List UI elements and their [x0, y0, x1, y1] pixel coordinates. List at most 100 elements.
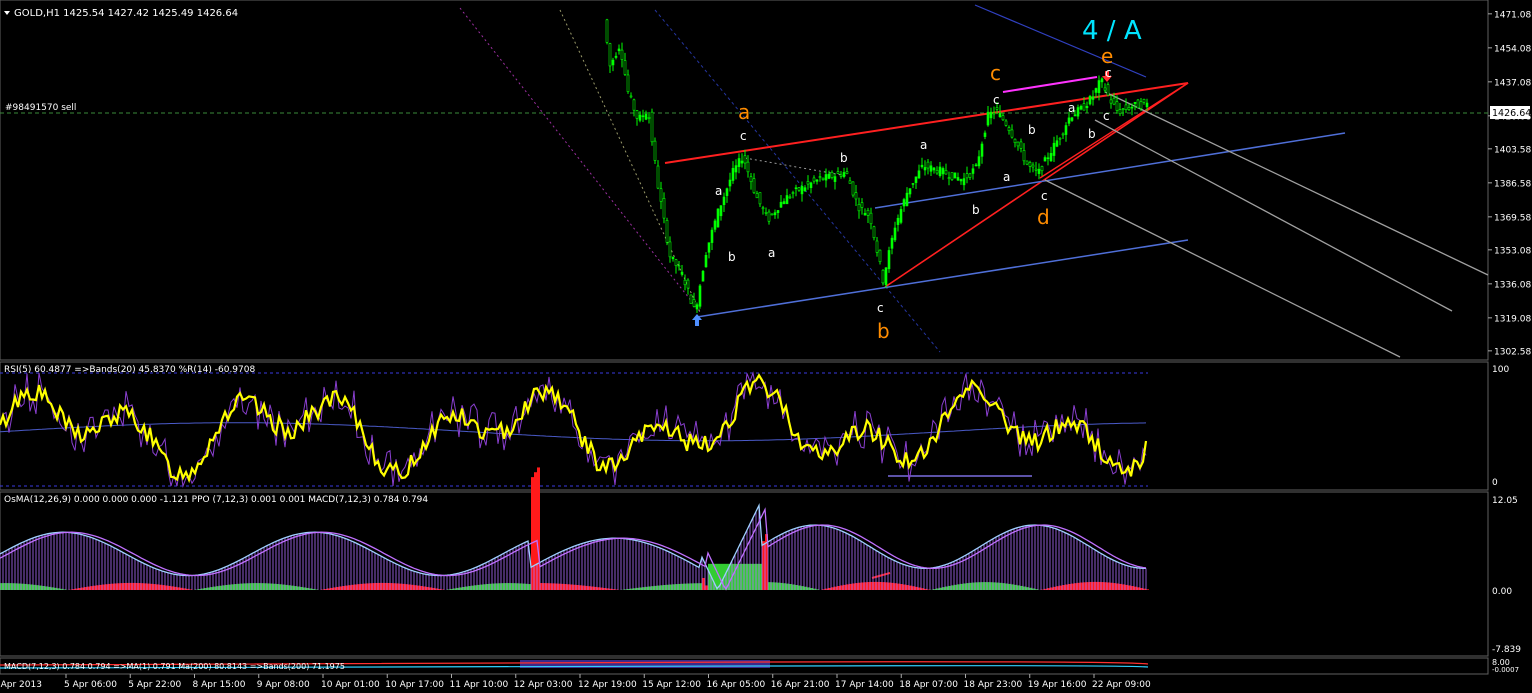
candle-body — [626, 74, 630, 92]
candle-body — [1034, 168, 1038, 171]
candle-body — [716, 208, 720, 228]
candle-body — [650, 111, 654, 143]
candle-body — [1127, 107, 1131, 110]
candle-body — [761, 207, 765, 210]
candle-body — [899, 209, 903, 223]
osma-bar — [492, 583, 495, 590]
candle-body — [881, 269, 885, 284]
time-tick-label: 10 Apr 01:00 — [321, 680, 380, 690]
osma-bar — [390, 583, 393, 590]
osma-bar — [171, 586, 174, 590]
candle-body — [1025, 160, 1029, 165]
candle-body — [992, 112, 996, 115]
osma-bar — [366, 583, 369, 590]
osma-bar — [273, 583, 276, 590]
candle-body — [671, 256, 675, 260]
candle-body — [830, 172, 834, 178]
osma-bar — [51, 587, 54, 590]
osma-bar — [969, 582, 972, 590]
osma-bar — [30, 584, 33, 590]
candle-body — [857, 204, 861, 212]
osma-bar — [858, 582, 861, 590]
osma-bar — [543, 583, 546, 590]
osma-bar — [612, 589, 615, 590]
osma-bar — [468, 586, 471, 590]
candle-body — [1058, 137, 1062, 140]
candle-body — [764, 212, 768, 214]
osma-bar — [936, 588, 939, 590]
osma-bar — [645, 586, 648, 590]
osma-bar — [321, 589, 324, 590]
osma-bar — [81, 587, 84, 590]
wave-minor-label: b — [1088, 127, 1096, 141]
candle-body — [1046, 157, 1050, 160]
osma-bar — [186, 588, 189, 590]
osma-bar — [879, 581, 882, 590]
candle-body — [1136, 99, 1140, 109]
osma-bar — [96, 585, 99, 590]
osma-bar — [570, 584, 573, 590]
osma-bar — [369, 583, 372, 590]
candle-body — [1106, 84, 1110, 96]
osma-bar — [753, 563, 756, 590]
osma-bar — [1053, 586, 1056, 590]
osma-bar — [696, 583, 699, 590]
candle-body — [1097, 80, 1101, 93]
osma-bar — [915, 586, 918, 590]
osma-bar — [252, 583, 255, 590]
symbol-header: GOLD,H1 1425.54 1427.42 1425.49 1426.64 — [14, 8, 238, 19]
osma-bar — [288, 585, 291, 590]
candle-body — [1067, 117, 1071, 124]
osma-bar — [624, 589, 627, 590]
osma-bar — [243, 583, 246, 590]
candle-body — [1103, 87, 1107, 91]
osma-bar — [1137, 587, 1140, 590]
osma-bar — [1050, 587, 1053, 590]
osma-bar — [960, 583, 963, 590]
osma-bar — [141, 583, 144, 590]
osma-bar — [522, 583, 525, 590]
osma-bar — [942, 587, 945, 590]
osma-bar — [699, 583, 702, 590]
osma-bar — [99, 584, 102, 590]
osma-bar — [1068, 584, 1071, 590]
osma-bar — [954, 584, 957, 590]
osma-bar — [666, 584, 669, 590]
candle-body — [1043, 157, 1047, 162]
osma-header: OsMA(12,26,9) 0.000 0.000 0.000 -1.121 P… — [4, 495, 428, 505]
osma-bar — [564, 584, 567, 590]
wave-major-b: b — [877, 319, 890, 343]
osma-bar — [1119, 583, 1122, 590]
osma-bar — [741, 563, 744, 590]
candle-body — [860, 202, 864, 208]
osma-bar — [939, 587, 942, 590]
candle-body — [668, 241, 672, 258]
osma-bar — [351, 584, 354, 590]
osma-bar — [648, 586, 651, 590]
candle-body — [1130, 106, 1134, 109]
osma-bar — [993, 582, 996, 590]
osma-bar — [990, 582, 993, 590]
osma-bar — [354, 584, 357, 590]
osma-bar — [357, 584, 360, 590]
candle-body — [893, 227, 897, 241]
order-label: #98491570 sell — [5, 103, 76, 113]
time-tick-label: 5 Apr 06:00 — [64, 680, 117, 690]
osma-bar — [231, 584, 234, 590]
osma-bar — [792, 584, 795, 590]
osma-bar — [60, 588, 63, 590]
osma-bar — [630, 588, 633, 590]
price-tick-label: 1403.58 — [1494, 145, 1531, 155]
osma-bar — [660, 585, 663, 590]
osma-bar — [507, 583, 510, 590]
osma-bar — [1107, 582, 1110, 590]
candle-body — [806, 181, 810, 185]
osma-bar — [219, 585, 222, 590]
osma-bar — [540, 583, 543, 590]
osma-bar — [933, 589, 936, 590]
candle-body — [713, 220, 717, 230]
wave-minor-label: c — [877, 301, 884, 315]
candle-body — [947, 177, 951, 179]
osma-bar — [987, 582, 990, 590]
osma-bar — [663, 585, 666, 590]
